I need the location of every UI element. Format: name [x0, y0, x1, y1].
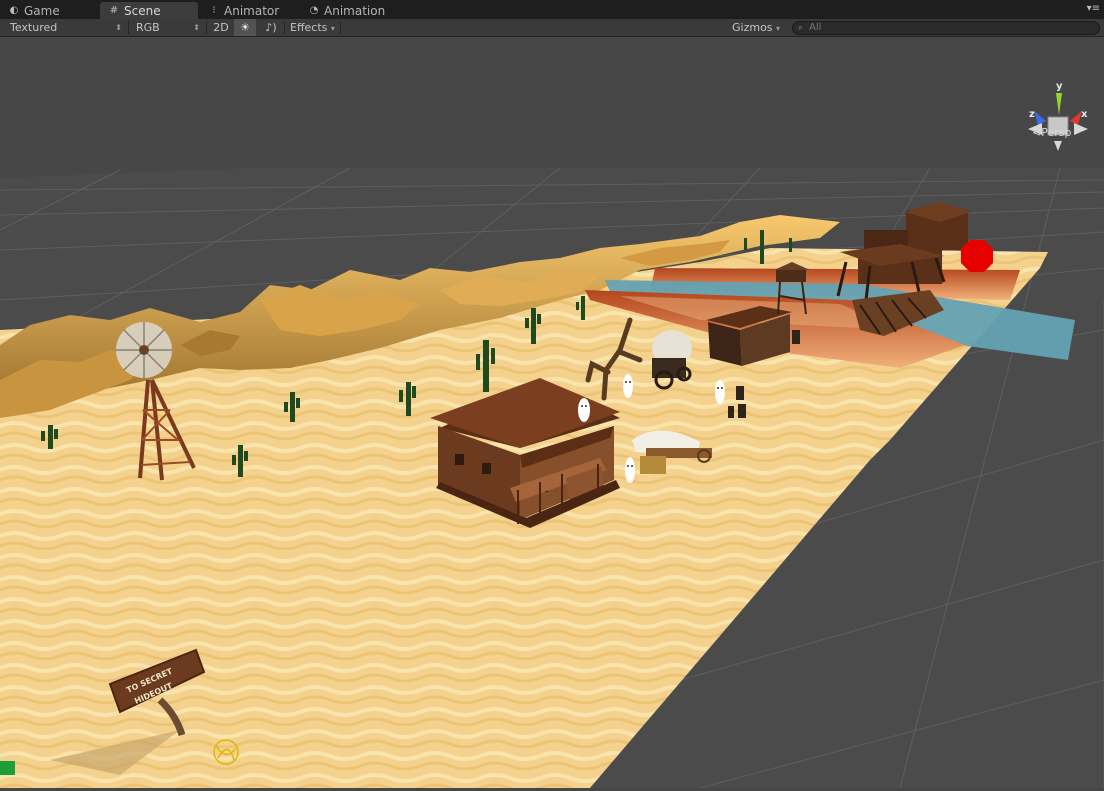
scene-lighting-button[interactable]: ☀: [234, 19, 256, 36]
tab-animation[interactable]: ◔ Animation: [300, 2, 416, 19]
tab-game[interactable]: ◐ Game: [0, 2, 116, 19]
y-axis-arrow[interactable]: [1056, 93, 1062, 115]
toolbar-divider: [206, 21, 207, 34]
scene-audio-button[interactable]: ♪): [260, 19, 282, 36]
game-icon: ◐: [9, 5, 19, 16]
tab-scene[interactable]: # Scene: [100, 2, 198, 19]
dropdown-arrow-icon: ▾: [330, 24, 335, 33]
gizmos-dropdown[interactable]: Gizmos ▾: [732, 19, 784, 36]
shading-mode-dropdown[interactable]: Textured ⬍: [4, 19, 126, 36]
projection-label: Persp: [1041, 126, 1072, 139]
toolbar-divider: [284, 21, 285, 34]
character: [623, 374, 633, 398]
character: [578, 398, 590, 422]
y-axis-label: y: [1056, 81, 1063, 92]
tab-animation-label: Animation: [324, 4, 386, 18]
tab-bar: ◐ Game # Scene ⁝ Animator ◔ Animation ▾≡: [0, 0, 1104, 19]
stop-marker-icon: [961, 240, 993, 272]
scene-viewport[interactable]: TO SECRET HIDEOUT y z x <Persp: [0, 37, 1104, 789]
dropdown-arrow-icon: ⬍: [115, 23, 122, 32]
effects-dropdown[interactable]: Effects ▾: [288, 19, 342, 36]
gizmos-label: Gizmos: [732, 21, 773, 34]
cactus: [760, 230, 764, 264]
search-placeholder: All: [809, 22, 822, 33]
2d-toggle-button[interactable]: 2D: [210, 19, 232, 36]
x-axis-label: x: [1081, 109, 1088, 120]
dropdown-arrow-icon: ▾: [776, 24, 781, 33]
cactus: [789, 238, 792, 252]
persp-icon: <: [1032, 126, 1042, 139]
scene-toolbar: Textured ⬍ RGB ⬍ 2D ☀ ♪) Effects ▾ Gizmo…: [0, 19, 1104, 37]
dropdown-arrow-icon: ⬍: [193, 23, 200, 32]
green-marker: [0, 761, 15, 775]
effects-label: Effects: [290, 21, 328, 34]
tab-scene-label: Scene: [124, 4, 161, 18]
tab-game-label: Game: [24, 4, 60, 18]
shading-mode-label: Textured: [10, 21, 58, 34]
search-field[interactable]: ⌕ All: [792, 21, 1100, 35]
animation-icon: ◔: [309, 5, 319, 16]
scene-icon: #: [109, 5, 119, 16]
z-axis-label: z: [1029, 109, 1035, 120]
tab-menu-icon[interactable]: ▾≡: [1087, 3, 1100, 14]
projection-toggle[interactable]: <Persp: [1032, 126, 1071, 139]
sun-icon: ☀: [240, 21, 250, 34]
scene-gizmo[interactable]: y z x: [1024, 81, 1092, 153]
toolbar-divider: [128, 21, 129, 34]
character: [625, 457, 635, 483]
cactus: [744, 238, 747, 250]
animator-icon: ⁝: [212, 5, 216, 16]
character: [715, 380, 725, 404]
render-mode-label: RGB: [136, 21, 160, 34]
tab-animator-label: Animator: [224, 4, 280, 18]
2d-toggle-label: 2D: [213, 21, 229, 34]
render-mode-dropdown[interactable]: RGB ⬍: [130, 19, 204, 36]
search-icon: ⌕: [798, 23, 804, 33]
z-axis-arrow[interactable]: [1034, 111, 1046, 125]
toolbar-divider: [340, 21, 341, 34]
tab-animator[interactable]: ⁝ Animator: [200, 2, 310, 19]
audio-icon: ♪): [265, 21, 277, 34]
